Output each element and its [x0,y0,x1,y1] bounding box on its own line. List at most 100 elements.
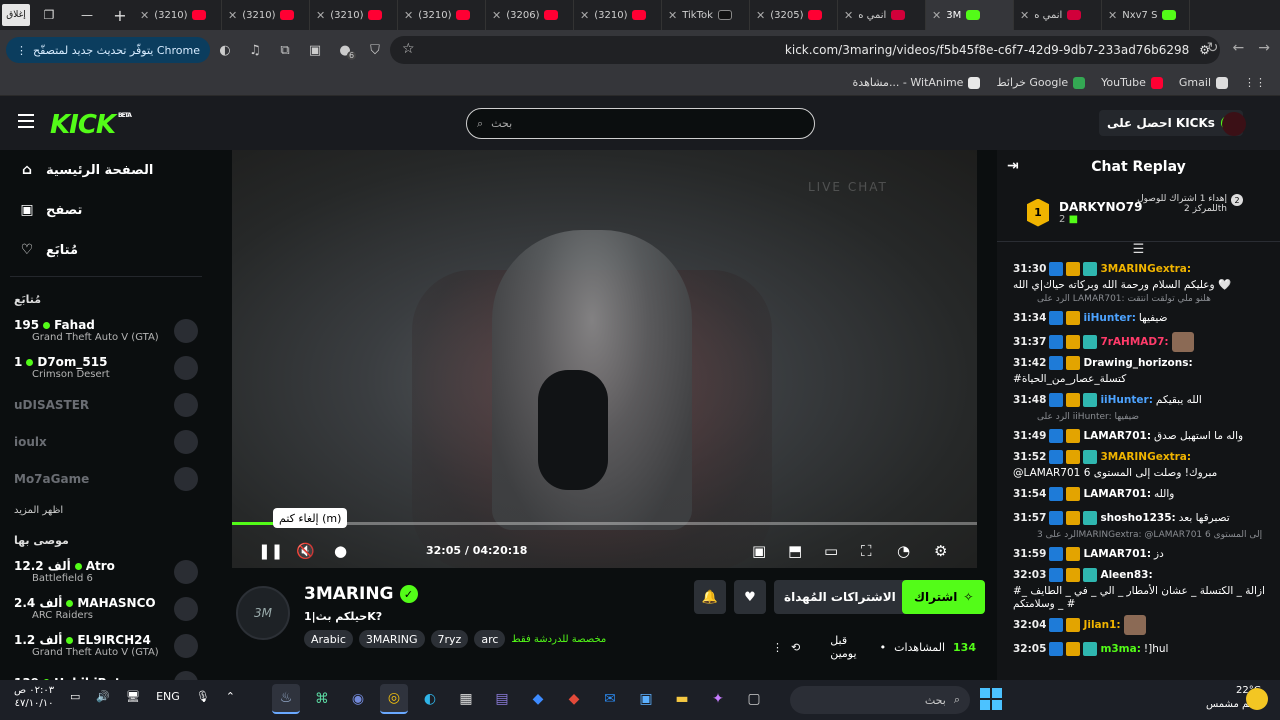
chat-username[interactable]: iiHunter: [1100,394,1152,407]
taskbar-search[interactable]: بحث ⌕ [790,686,970,714]
playback-speed-icon[interactable]: ◔ [897,542,910,560]
volume-knob[interactable]: ● [334,542,347,560]
volume-icon[interactable]: 🔊 [96,690,110,703]
bookmark-item[interactable]: خرائط Google [996,76,1086,89]
all-bookmarks-icon[interactable]: ⋮⋮ [1244,76,1266,89]
chat-username[interactable]: 3MARINGextra: [1100,451,1191,464]
chat-username[interactable]: 3MARINGextra: [1100,263,1191,276]
browser-tab[interactable]: (3210) ✕ [398,0,486,30]
back-icon[interactable]: → [1258,40,1270,56]
media-controls-icon[interactable]: ♫ [240,43,270,58]
discord-app-icon[interactable]: ◉ [344,684,372,714]
search-input[interactable]: ⌕ بحث [466,108,815,139]
tag-chip[interactable]: arc [474,630,506,648]
extension-icon-1[interactable]: ◐ [210,43,240,58]
chat-username[interactable]: Aleen83: [1100,569,1152,582]
sidebar-channel[interactable]: 139HabibiBetz [0,664,212,680]
language-indicator[interactable]: ENG [156,690,180,703]
gamepad-app-icon[interactable]: ⌘ [308,684,336,714]
settings-gear-icon[interactable]: ⚙ [934,542,947,560]
steam-app-icon[interactable]: ♨ [272,684,300,714]
browser-tab[interactable]: Nxv7 S ✕ [1102,0,1190,30]
channel-avatar[interactable]: 3M [236,586,290,640]
more-options-icon[interactable]: ⋮ [772,641,783,654]
sidebar-item[interactable]: ▣ تصفح [0,190,212,230]
close-tab-icon[interactable]: ✕ [1108,9,1117,22]
chat-username[interactable]: 7rAHMAD7: [1100,336,1168,349]
close-tab-icon[interactable]: ✕ [140,9,149,22]
kick-logo[interactable]: KICK BETA [50,110,132,140]
subscribe-button[interactable]: اشتراك ✧ [902,580,986,614]
sidebar-channel[interactable]: ioulx [0,423,212,460]
pause-icon[interactable]: ❚❚ [258,542,283,560]
chat-username[interactable]: shosho1235: [1100,512,1175,525]
window-close-button[interactable]: إغلاق [2,4,30,26]
window-maximize-button[interactable]: ❐ [30,0,68,30]
browser-tab[interactable]: انمي ه ✕ [1014,0,1102,30]
extensions-puzzle-icon[interactable]: ⧉ [270,43,300,58]
epic-games-app-icon[interactable]: ▦ [452,684,480,714]
miniplayer-icon[interactable]: ▣ [752,542,766,560]
muted-speaker-icon[interactable]: 🔇 [296,542,315,560]
browser-tab[interactable]: (3210) ✕ [574,0,662,30]
chrome-app-icon[interactable]: ◎ [380,684,408,714]
chat-username[interactable]: Jilan1: [1083,619,1120,632]
close-tab-icon[interactable]: ✕ [492,9,501,22]
window-minimize-button[interactable]: — [68,0,106,30]
sidebar-channel[interactable]: 2.4 ألف MAHASNCO ARC Raiders [0,590,212,627]
browser-tab[interactable]: (3206) ✕ [486,0,574,30]
network-icon[interactable]: 🖥 [126,690,140,703]
tag-chip[interactable]: 7ryz [430,630,469,648]
sidebar-channel[interactable]: Mo7aGame [0,460,212,497]
share-icon[interactable]: ⟲ [791,641,800,654]
sidebar-channel[interactable]: 12.2 ألف Atro Battlefield 6 [0,553,212,590]
dropbox-app-icon[interactable]: ◆ [524,684,552,714]
close-tab-icon[interactable]: ✕ [316,9,325,22]
close-tab-icon[interactable]: ✕ [404,9,413,22]
new-tab-button[interactable]: + [106,6,134,25]
collapse-chat-icon[interactable]: ⇥ [1007,158,1019,174]
extension-icon-2[interactable]: ▣ [300,43,330,58]
microphone-icon[interactable]: 🎙 [196,690,210,703]
browser-tab[interactable]: 3M ✕ [926,0,1014,30]
sidebar-item[interactable]: ♡ مُتابَع [0,230,212,270]
forward-icon[interactable]: ← [1233,40,1245,56]
sidebar-item[interactable]: ⌂ الصفحة الرئيسية [0,150,212,190]
menu-icon[interactable] [18,114,34,132]
bookmark-item[interactable]: Gmail [1179,76,1228,89]
bookmark-star-icon[interactable]: ☆ [402,41,415,57]
show-more-link[interactable]: اظهر المزيد [0,497,212,524]
chat-username[interactable]: Drawing_horizons: [1083,357,1192,370]
windows-start-icon[interactable] [980,688,1002,710]
follow-heart-button[interactable]: ♥ [734,580,766,614]
user-avatar[interactable] [1222,112,1246,136]
file-explorer-app-icon[interactable]: ▬ [668,684,696,714]
chat-username[interactable]: LAMAR701: [1083,430,1151,443]
close-tab-icon[interactable]: ✕ [932,9,941,22]
bookmark-item[interactable]: YouTube [1101,76,1163,89]
close-tab-icon[interactable]: ✕ [668,9,677,22]
edge-app-icon[interactable]: ◐ [416,684,444,714]
app-icon-14[interactable]: ▢ [740,684,768,714]
tray-expand-icon[interactable]: ⌃ [226,690,235,703]
fullscreen-icon[interactable]: ⛶ [861,542,872,560]
sidebar-channel[interactable]: uDISASTER [0,386,212,423]
bookmark-item[interactable]: مشاهدة... - WitAnime [853,76,981,89]
clip-icon[interactable]: ⬒ [788,542,802,560]
notifications-bell-button[interactable]: 🔔 [694,580,726,614]
video-player[interactable]: LIVE CHAT ❚❚ 🔇 ● 32:05 / 04:20:18 ▣ ⬒ ▭ … [232,150,977,568]
gifter-name[interactable]: DARKYNO79 [1059,200,1142,214]
browser-tab[interactable]: (3210) ✕ [134,0,222,30]
close-tab-icon[interactable]: ✕ [756,9,765,22]
chat-username[interactable]: LAMAR701: [1083,548,1151,561]
chat-username[interactable]: iiHunter: [1083,312,1135,325]
battery-icon[interactable]: ▭ [70,690,80,703]
tag-chip[interactable]: 3MARING [358,630,425,648]
sidebar-channel[interactable]: 1.2 ألف EL9IRCH24 Grand Theft Auto V (GTA) [0,627,212,664]
reload-icon[interactable]: ↻ [1207,40,1219,56]
copilot-app-icon[interactable]: ✦ [704,684,732,714]
omnibox[interactable]: ☆ kick.com/3maring/videos/f5b45f8e-c6f7-… [390,36,1220,64]
outlook-app-icon[interactable]: ✉ [596,684,624,714]
sidebar-channel[interactable]: 195 Fahad Grand Theft Auto V (GTA) [0,312,212,349]
pinned-messages-icon[interactable]: ☰ [997,242,1280,260]
